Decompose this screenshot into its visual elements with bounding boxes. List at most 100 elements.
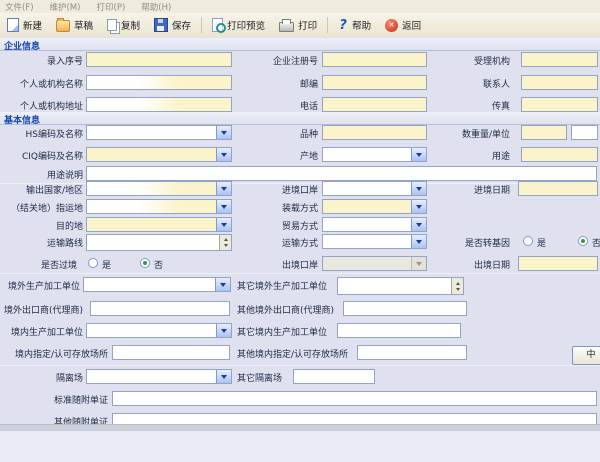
- loading-mode-select[interactable]: [322, 199, 427, 214]
- print-button[interactable]: 打印: [272, 16, 324, 34]
- use-input[interactable]: [521, 147, 598, 162]
- divider: [0, 365, 600, 366]
- transit-no-radio[interactable]: [140, 258, 150, 268]
- origin-select[interactable]: [322, 147, 427, 162]
- declaration-form-window: 文件(F) 维护(M) 打印(P) 帮助(H) 新建 草稿 复制 保存 打印预览…: [0, 0, 600, 431]
- back-button[interactable]: 返回: [378, 16, 428, 34]
- draft-button-label: 草稿: [74, 18, 93, 32]
- chevron-down-icon[interactable]: [215, 278, 230, 291]
- fax-label: 传真: [430, 99, 510, 112]
- domestic-producer-label: 境内生产加工单位: [0, 325, 83, 338]
- postcode-input[interactable]: [322, 75, 427, 90]
- other-quarantine-input[interactable]: [293, 369, 375, 384]
- variety-input[interactable]: [322, 125, 427, 140]
- copy-button[interactable]: 复制: [100, 16, 147, 34]
- org-addr-input[interactable]: [86, 97, 232, 112]
- fax-input[interactable]: [521, 97, 598, 112]
- standard-docs-input[interactable]: [112, 391, 597, 406]
- overseas-exporter-input[interactable]: [90, 301, 230, 316]
- route-input[interactable]: [86, 234, 232, 251]
- exit-date-input[interactable]: [518, 256, 598, 271]
- gmo-yes-label: 是: [537, 236, 546, 249]
- spinner-updown-icon[interactable]: [451, 278, 463, 294]
- menu-maintain[interactable]: 维护(M): [50, 1, 81, 13]
- exit-date-label: 出境日期: [430, 258, 510, 271]
- save-button[interactable]: 保存: [147, 16, 198, 34]
- other-overseas-exporter-input[interactable]: [343, 301, 467, 316]
- other-domestic-producer-input[interactable]: [337, 323, 461, 338]
- row-hs-code: HS编码及名称 品种 数重量/单位: [0, 124, 600, 144]
- save-button-label: 保存: [172, 18, 191, 32]
- accept-org-input[interactable]: [521, 52, 598, 67]
- qty-input[interactable]: [521, 125, 567, 140]
- ciq-code-select[interactable]: [86, 147, 232, 162]
- other-domestic-storage-input[interactable]: [357, 345, 467, 360]
- row-domestic-storage: 境内指定/认可存放场所 其他境内指定/认可存放场所 中: [0, 344, 600, 364]
- chevron-down-icon[interactable]: [216, 200, 231, 213]
- menu-help[interactable]: 帮助(H): [141, 1, 171, 13]
- printer-icon: [279, 22, 294, 32]
- unit-input[interactable]: [571, 125, 598, 140]
- draft-button[interactable]: 草稿: [49, 16, 100, 34]
- toolbar-separator: [327, 17, 328, 33]
- chevron-down-icon[interactable]: [216, 126, 231, 139]
- use-desc-input[interactable]: [86, 166, 597, 181]
- save-floppy-icon: [154, 18, 168, 32]
- domestic-producer-select[interactable]: [86, 323, 232, 338]
- clearance-select[interactable]: [86, 199, 232, 214]
- entry-date-input[interactable]: [518, 181, 598, 196]
- back-button-label: 返回: [402, 18, 421, 32]
- chevron-down-icon[interactable]: [216, 218, 231, 231]
- org-name-input[interactable]: [86, 75, 232, 90]
- chevron-down-icon[interactable]: [216, 370, 231, 383]
- chevron-down-icon[interactable]: [411, 218, 426, 231]
- entry-no-input[interactable]: [86, 52, 232, 67]
- chevron-down-icon[interactable]: [411, 182, 426, 195]
- hs-code-select[interactable]: [86, 125, 232, 140]
- export-country-select[interactable]: [86, 181, 232, 196]
- phone-input[interactable]: [322, 97, 427, 112]
- loading-mode-label: 装载方式: [235, 201, 318, 214]
- other-domestic-producer-label: 其它境内生产加工单位: [237, 325, 347, 338]
- quarantine-select[interactable]: [86, 369, 232, 384]
- use-label: 用途: [430, 149, 510, 162]
- row-entry-no: 录入序号 企业注册号 受理机构: [0, 51, 600, 71]
- chevron-down-icon[interactable]: [411, 148, 426, 161]
- trade-mode-select[interactable]: [322, 217, 427, 232]
- overseas-producer-select[interactable]: [83, 277, 231, 292]
- mid-button[interactable]: 中: [572, 346, 600, 365]
- org-name-label: 个人或机构名称: [0, 77, 83, 90]
- other-overseas-producer-input[interactable]: [337, 277, 464, 295]
- domestic-storage-input[interactable]: [112, 345, 230, 360]
- contact-input[interactable]: [521, 75, 598, 90]
- menu-file[interactable]: 文件(F): [5, 1, 34, 13]
- transit-yes-radio[interactable]: [88, 258, 98, 268]
- destination-select[interactable]: [86, 217, 232, 232]
- print-preview-button[interactable]: 打印预览: [205, 16, 272, 34]
- chevron-down-icon[interactable]: [216, 148, 231, 161]
- gmo-yes-radio[interactable]: [523, 236, 533, 246]
- transport-mode-select[interactable]: [322, 234, 427, 249]
- trade-mode-label: 贸易方式: [235, 219, 318, 232]
- reg-no-label: 企业注册号: [235, 54, 318, 67]
- route-label: 运输路线: [0, 236, 83, 249]
- chevron-down-icon[interactable]: [411, 235, 426, 248]
- new-button-label: 新建: [23, 18, 42, 32]
- row-standard-docs: 标准随附单证: [0, 390, 600, 410]
- clearance-label: （结关地）指运地: [0, 201, 83, 214]
- spinner-updown-icon[interactable]: [219, 235, 231, 250]
- new-button[interactable]: 新建: [0, 16, 49, 34]
- entry-port-label: 进境口岸: [235, 183, 318, 196]
- print-preview-label: 打印预览: [227, 18, 265, 32]
- gmo-no-radio[interactable]: [578, 236, 588, 246]
- print-preview-icon: [212, 18, 223, 32]
- overseas-exporter-label: 境外出口商(代理商): [0, 303, 83, 316]
- chevron-down-icon[interactable]: [216, 182, 231, 195]
- entry-port-select[interactable]: [322, 181, 427, 196]
- menu-print[interactable]: 打印(P): [97, 1, 126, 13]
- reg-no-input[interactable]: [322, 52, 427, 67]
- chevron-down-icon[interactable]: [216, 324, 231, 337]
- row-transport: 运输路线 运输方式 是否转基因 是 否: [0, 233, 600, 253]
- help-button[interactable]: 帮助: [331, 16, 378, 34]
- chevron-down-icon[interactable]: [411, 200, 426, 213]
